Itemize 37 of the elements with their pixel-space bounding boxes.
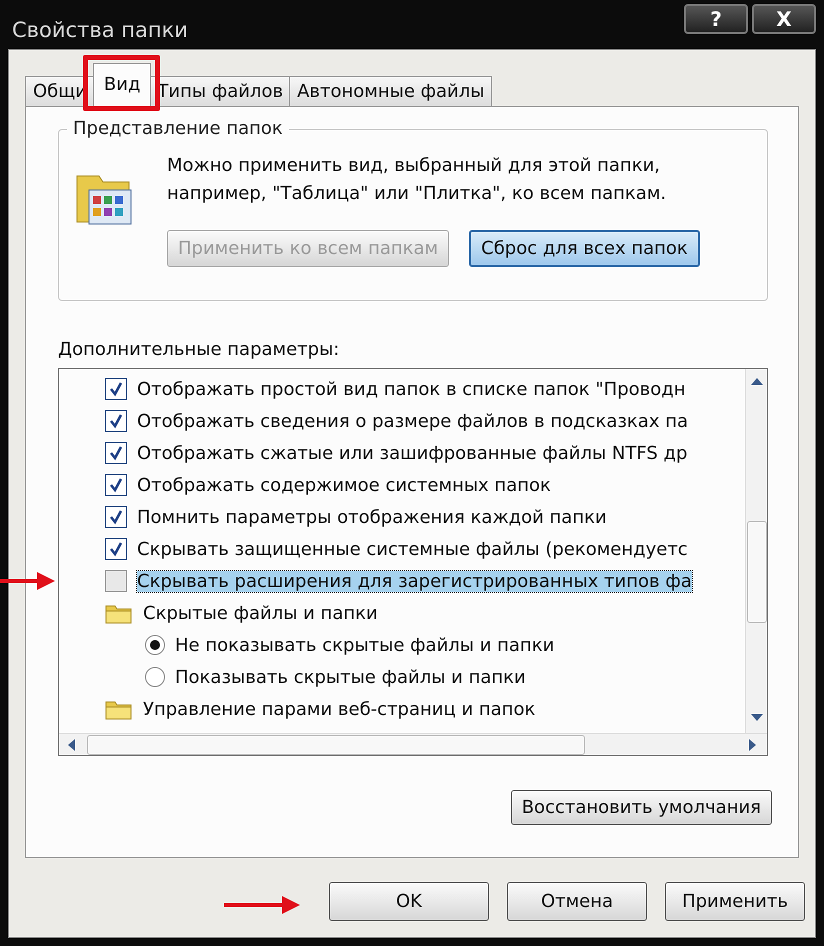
dialog-button[interactable]: Применить: [665, 882, 805, 921]
option-label[interactable]: Отображать сжатые или зашифрованные файлы NTFS др: [137, 442, 688, 464]
checkbox[interactable]: [105, 570, 127, 592]
scrollbar-thumb[interactable]: [87, 734, 585, 754]
tab[interactable]: Типы файлов: [149, 76, 292, 106]
option-label[interactable]: Скрывать защищенные системные файлы (рекомендуетс: [137, 538, 688, 560]
tab[interactable]: Вид: [92, 63, 152, 107]
checkbox[interactable]: [105, 538, 127, 560]
checkbox[interactable]: [105, 442, 127, 464]
description-text: Можно применить вид, выбранный для этой папки, например, "Таблица" или "Плитка", ко всем папкам.: [167, 154, 668, 206]
option-label[interactable]: Отображать сведения о размере файлов в подсказках па: [137, 410, 688, 432]
option-label[interactable]: Не показывать скрытые файлы и папки: [175, 634, 554, 656]
radio-button[interactable]: [145, 667, 165, 687]
group-title: Представление папок: [67, 118, 289, 139]
option-label[interactable]: Скрывать расширения для зарегистрированных типов фа: [137, 570, 692, 592]
option-label[interactable]: Показывать скрытые файлы и папки: [175, 666, 526, 688]
horizontal-scrollbar[interactable]: [59, 733, 767, 755]
close-button[interactable]: X: [752, 4, 816, 34]
help-button[interactable]: ?: [684, 4, 748, 34]
checkbox[interactable]: [105, 378, 127, 400]
radio-button[interactable]: [145, 635, 165, 655]
checkbox[interactable]: [105, 410, 127, 432]
apply-all-button[interactable]: Сброс для всех папок: [469, 230, 700, 267]
checkbox[interactable]: [105, 474, 127, 496]
group-label: Скрытые файлы и папки: [143, 602, 378, 624]
tab[interactable]: Автономные файлы: [289, 76, 492, 106]
option-label[interactable]: Помнить параметры отображения каждой папки: [137, 506, 607, 528]
option-label[interactable]: Отображать содержимое системных папок: [137, 474, 551, 496]
dialog-button[interactable]: Отмена: [507, 882, 647, 921]
section-label: Дополнительные параметры:: [58, 339, 340, 360]
group-label: Управление парами веб-страниц и папок: [143, 698, 536, 720]
window-title: Свойства папки: [11, 18, 188, 42]
restore-defaults-button[interactable]: Восстановить умолчания: [510, 790, 772, 825]
scrollbar-thumb[interactable]: [746, 521, 766, 623]
option-label[interactable]: Отображать простой вид папок в списке папок "Проводн: [137, 378, 686, 400]
checkbox[interactable]: [105, 506, 127, 528]
vertical-scrollbar[interactable]: [745, 369, 767, 733]
